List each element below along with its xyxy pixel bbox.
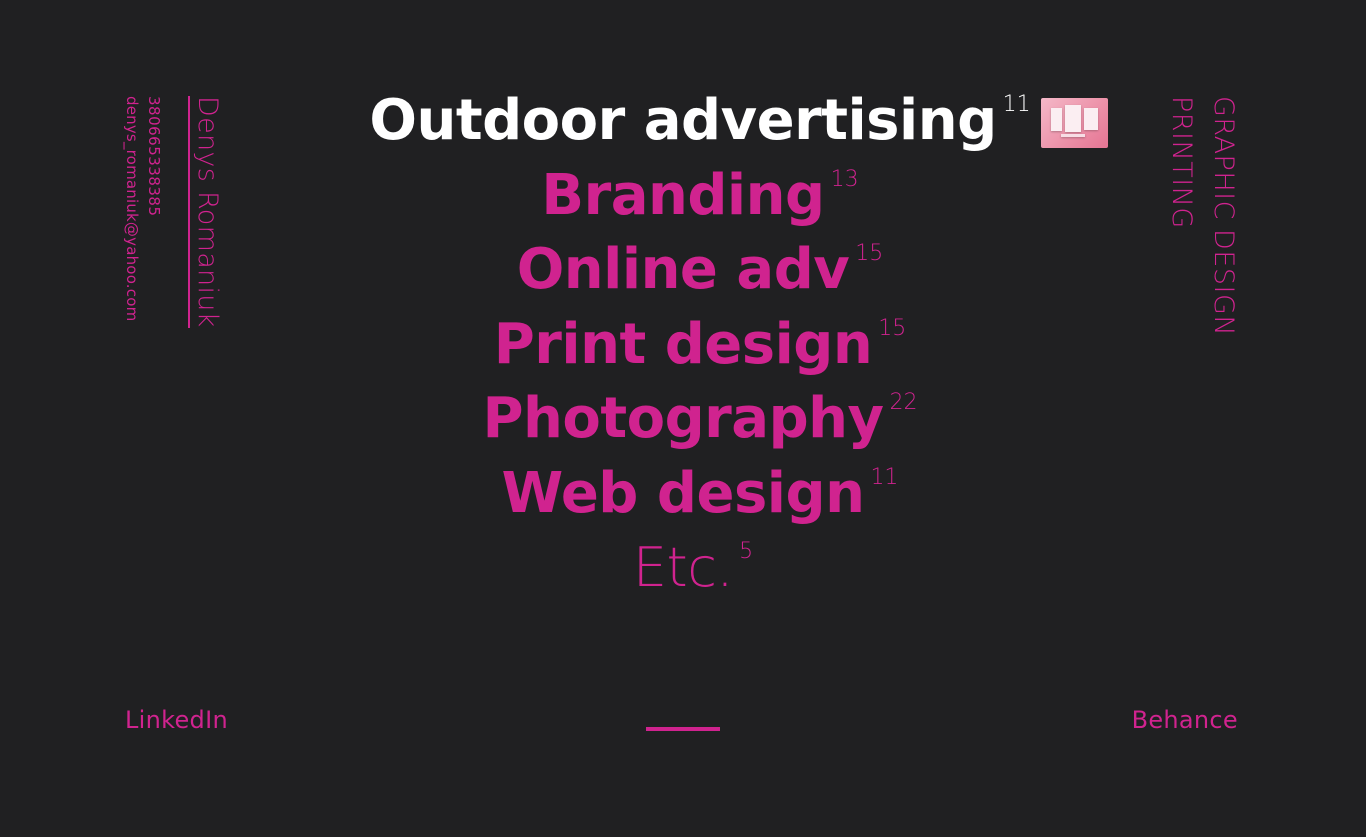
portfolio-page: Denys Romaniuk 380665338385 denys_romani… [0, 0, 1366, 837]
menu-item-label: Web design [501, 460, 865, 526]
behance-link[interactable]: Behance [1132, 706, 1238, 734]
menu-item-count: 11 [870, 464, 899, 490]
menu-item-etc[interactable]: Etc. 5 [0, 531, 1366, 606]
menu-item-count: 13 [830, 166, 859, 192]
category-menu: Outdoor advertising 11 Branding 13 Onlin… [0, 84, 1366, 606]
linkedin-link[interactable]: LinkedIn [125, 706, 228, 734]
menu-item-outdoor-advertising[interactable]: Outdoor advertising 11 [0, 84, 1366, 159]
menu-item-label: Etc. [632, 536, 734, 599]
menu-item-print-design[interactable]: Print design 15 [0, 308, 1366, 383]
menu-item-online-adv[interactable]: Online adv 15 [0, 233, 1366, 308]
menu-item-label: Online adv [516, 237, 850, 302]
menu-item-label: Branding [541, 162, 825, 228]
bottom-divider [646, 727, 720, 731]
menu-item-count: 22 [889, 390, 918, 415]
menu-item-branding[interactable]: Branding 13 [0, 159, 1366, 234]
menu-item-label: Outdoor advertising [369, 88, 997, 153]
menu-item-count: 15 [878, 315, 907, 341]
menu-item-count: 5 [739, 539, 754, 564]
menu-item-label: Print design [493, 311, 873, 377]
menu-item-label: Photography [482, 386, 884, 451]
outdoor-advertising-thumbnail-icon[interactable] [1040, 98, 1108, 148]
menu-item-photography[interactable]: Photography 22 [0, 382, 1366, 457]
menu-item-count: 15 [855, 241, 884, 266]
menu-item-web-design[interactable]: Web design 11 [0, 457, 1366, 532]
menu-item-count: 11 [1002, 92, 1031, 117]
